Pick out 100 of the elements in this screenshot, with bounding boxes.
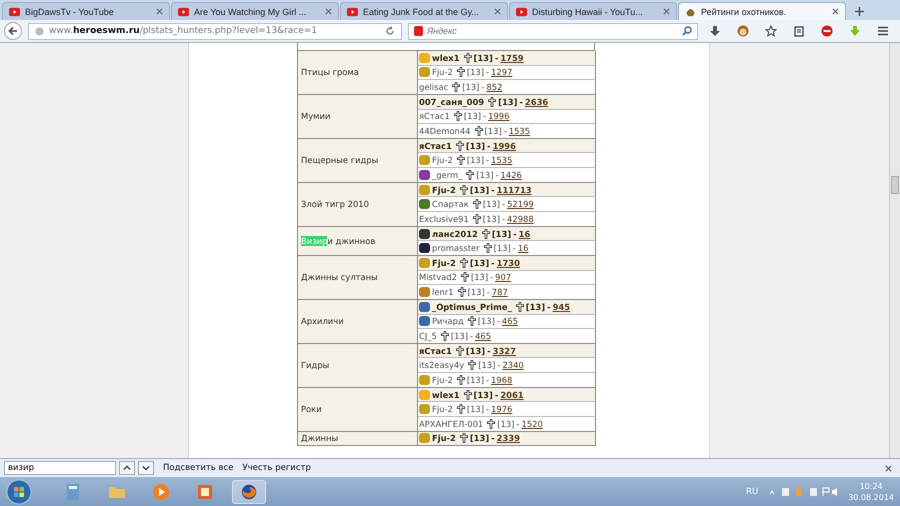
match-case-option[interactable]: Учесть регистр: [242, 463, 311, 473]
player-cell: Fju-2 [13] - 2339: [418, 432, 596, 446]
scrollbar[interactable]: [889, 43, 900, 458]
race-name-cell: Визири джиннов: [297, 226, 418, 256]
score-link[interactable]: 1535: [508, 126, 530, 136]
score-link[interactable]: 52199: [507, 199, 534, 210]
score-link[interactable]: 1996: [492, 140, 516, 151]
cross-icon: [468, 316, 476, 326]
play-icon: [178, 6, 189, 16]
score-link[interactable]: 1426: [500, 170, 522, 180]
cross-icon: [466, 170, 474, 180]
score-link[interactable]: 1730: [496, 258, 520, 268]
close-icon[interactable]: [494, 8, 501, 15]
address-bar[interactable]: www.heroeswm.ru/plstats_hunters.php?level=13&race=1: [28, 22, 402, 40]
score-link[interactable]: 3327: [492, 346, 516, 356]
play-icon: [347, 6, 358, 16]
close-icon[interactable]: [832, 8, 839, 15]
highlight-all-option[interactable]: Подсветить все: [163, 463, 234, 473]
start-button[interactable]: [6, 478, 32, 504]
cross-icon: [488, 96, 496, 107]
player-cell: яСтас1 [13] - 3327: [418, 344, 596, 358]
player-cell: _germ_ [13] - 1426: [418, 168, 596, 183]
back-icon[interactable]: [4, 22, 22, 40]
cross-icon: [456, 374, 465, 385]
firefox-icon[interactable]: [232, 480, 266, 504]
browser-tab[interactable]: Disturbing Hawaii - YouTu...: [509, 2, 677, 20]
previous-match-button[interactable]: [119, 461, 135, 475]
browser-tab[interactable]: Eating Junk Food at the Gy...: [340, 2, 508, 20]
avatar-icon: [419, 199, 430, 210]
cross-icon: [474, 126, 483, 136]
avatar-icon: [419, 184, 430, 195]
player-cell: 44Demon44 [13] - 1535: [418, 124, 596, 139]
player-cell: CJ_5 [13] - 465: [418, 329, 596, 344]
score-link[interactable]: 111713: [496, 184, 532, 195]
score-link[interactable]: 16: [518, 228, 530, 238]
new-tab-icon[interactable]: [855, 7, 864, 16]
race-name-cell: Джинны султаны: [297, 256, 418, 300]
next-match-button[interactable]: [138, 461, 154, 475]
cross-icon: [484, 243, 492, 254]
player-cell: Fju-2 [13] - 111713: [418, 182, 596, 198]
avatar-icon: [419, 433, 430, 444]
score-link[interactable]: 1297: [491, 67, 512, 78]
player-cell: 007_саня_009 [13] - 2636: [418, 94, 596, 110]
browser-tab[interactable]: BigDawsTv - YouTube: [2, 2, 170, 20]
score-link[interactable]: 1968: [491, 374, 512, 385]
avatar-icon: [419, 404, 430, 414]
up-chevron-icon: [123, 464, 131, 472]
play-icon: [516, 6, 527, 16]
avatar-icon: [419, 243, 430, 254]
score-link[interactable]: 787: [492, 287, 508, 298]
cross-icon: [456, 346, 464, 356]
score-link[interactable]: 2339: [496, 433, 520, 444]
close-icon[interactable]: [885, 464, 892, 472]
avatar-icon: [419, 374, 430, 385]
avatar-icon: [419, 287, 430, 298]
score-link[interactable]: 2636: [524, 96, 548, 107]
avatar-icon: [419, 67, 430, 78]
score-link[interactable]: 465: [502, 316, 518, 326]
clock-date: 30.08.2014: [848, 492, 894, 502]
close-icon[interactable]: [156, 8, 163, 15]
player-cell: яСтас1 [13] - 1996: [418, 138, 596, 154]
star-icon[interactable]: [765, 25, 777, 37]
browser-tab[interactable]: Рейтинги охотников.: [678, 2, 846, 20]
reload-icon[interactable]: [385, 26, 395, 36]
menu-icon[interactable]: [877, 25, 889, 37]
browser-tab[interactable]: Are You Watching My Girl ...: [171, 2, 339, 20]
score-link[interactable]: 945: [552, 302, 570, 312]
clipboard-icon[interactable]: [793, 25, 805, 37]
score-link[interactable]: 16: [518, 243, 529, 254]
cross-icon: [456, 140, 464, 151]
score-link[interactable]: 907: [495, 272, 512, 282]
search-icon[interactable]: [682, 26, 692, 36]
player-cell: Fju-2 [13] - 1968: [418, 373, 596, 388]
cross-icon: [468, 360, 476, 370]
cross-icon: [487, 418, 496, 429]
score-link[interactable]: 1535: [491, 155, 512, 166]
tray-icons-drawing[interactable]: [768, 486, 838, 496]
score-link[interactable]: 2340: [502, 360, 524, 370]
score-link[interactable]: 2061: [500, 390, 524, 400]
adblock-icon[interactable]: [821, 25, 833, 37]
cross-icon: [452, 82, 460, 92]
cross-icon: [472, 199, 481, 210]
player-cell: Fju-2 [13] - 1976: [418, 402, 596, 418]
score-link[interactable]: 42988: [507, 214, 534, 224]
score-link[interactable]: 465: [475, 330, 492, 341]
close-icon[interactable]: [325, 8, 332, 15]
score-link[interactable]: 852: [486, 82, 502, 92]
close-icon[interactable]: [663, 8, 670, 15]
avatar-icon: [419, 170, 430, 180]
download-icon[interactable]: [709, 25, 721, 37]
player-cell: Fju-2 [13] - 1535: [418, 153, 596, 168]
score-link[interactable]: 1759: [500, 52, 524, 63]
find-field[interactable]: визир: [4, 461, 116, 475]
score-link[interactable]: 1996: [488, 111, 510, 122]
clock-time: 10:24: [860, 480, 883, 492]
score-link[interactable]: 1520: [521, 418, 543, 429]
cross-icon: [482, 228, 490, 238]
player-cell: ланс2012 [13] - 16: [418, 226, 596, 242]
avatar-icon: [419, 258, 430, 268]
score-link[interactable]: 1976: [491, 404, 512, 414]
